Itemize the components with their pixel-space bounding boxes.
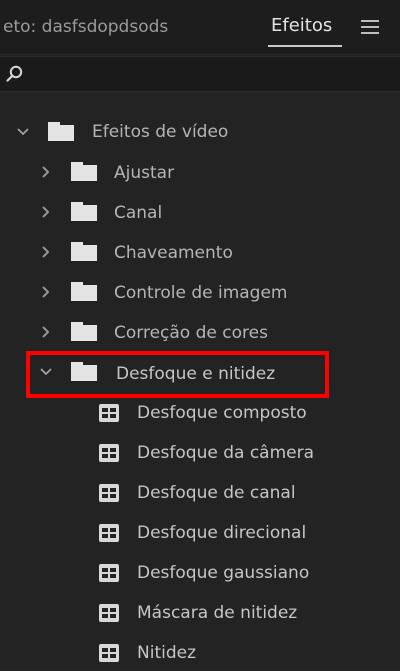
effects-panel: eto: dasfsdopdsods Efeitos Efeitos de ví… [0, 0, 400, 671]
chevron-right-icon[interactable] [39, 205, 53, 219]
tree-category-label: Canal [114, 203, 163, 223]
search-icon[interactable] [5, 64, 25, 84]
effect-icon [99, 484, 119, 502]
effect-icon [99, 404, 119, 422]
folder-icon [71, 282, 97, 301]
effect-item-mascara-de-nitidez[interactable]: Máscara de nitidez [0, 593, 400, 633]
folder-icon [48, 122, 74, 141]
folder-icon [71, 322, 97, 341]
effect-icon [99, 444, 119, 462]
effect-item-desfoque-gaussiano[interactable]: Desfoque gaussiano [0, 553, 400, 593]
effect-label: Desfoque de canal [137, 483, 296, 503]
tree-category-correcao-de-cores[interactable]: Correção de cores [0, 313, 400, 353]
tab-effects[interactable]: Efeitos [271, 15, 332, 36]
chevron-right-icon[interactable] [39, 325, 53, 339]
tree-category-controle-de-imagem[interactable]: Controle de imagem [0, 273, 400, 313]
panel-menu-icon[interactable] [361, 20, 379, 34]
effect-item-desfoque-da-camera[interactable]: Desfoque da câmera [0, 433, 400, 473]
effect-icon [99, 524, 119, 542]
tree-category-ajustar[interactable]: Ajustar [0, 153, 400, 193]
effect-icon [99, 644, 119, 662]
effect-label: Desfoque composto [137, 403, 307, 423]
folder-icon [71, 202, 97, 221]
tree-root-video-effects[interactable]: Efeitos de vídeo [0, 113, 400, 153]
effect-label: Nitidez [137, 643, 197, 663]
effect-icon [99, 564, 119, 582]
panel-tab-bar: eto: dasfsdopdsods Efeitos [0, 0, 400, 53]
effect-item-desfoque-direcional[interactable]: Desfoque direcional [0, 513, 400, 553]
effect-label: Desfoque direcional [137, 523, 307, 543]
effect-item-desfoque-composto[interactable]: Desfoque composto [0, 393, 400, 433]
tree-category-canal[interactable]: Canal [0, 193, 400, 233]
effect-label: Desfoque da câmera [137, 443, 315, 463]
search-input[interactable] [32, 62, 386, 86]
folder-icon [71, 162, 97, 181]
effect-item-nitidez[interactable]: Nitidez [0, 633, 400, 671]
tree-category-chaveamento[interactable]: Chaveamento [0, 233, 400, 273]
effect-label: Máscara de nitidez [137, 603, 298, 623]
chevron-right-icon[interactable] [39, 245, 53, 259]
chevron-down-icon[interactable] [16, 125, 30, 139]
tree-category-label: Controle de imagem [114, 283, 288, 303]
search-bar [0, 56, 400, 92]
tree-root-label: Efeitos de vídeo [92, 122, 229, 142]
folder-icon [71, 242, 97, 261]
tree-category-label: Ajustar [114, 163, 175, 183]
tree-category-label: Chaveamento [114, 243, 233, 263]
active-tab-indicator [268, 45, 342, 47]
chevron-right-icon[interactable] [39, 165, 53, 179]
effect-item-desfoque-de-canal[interactable]: Desfoque de canal [0, 473, 400, 513]
tab-project[interactable]: eto: dasfsdopdsods [3, 17, 168, 37]
tree-category-label: Correção de cores [114, 323, 268, 343]
effect-icon [99, 604, 119, 622]
chevron-right-icon[interactable] [39, 285, 53, 299]
effect-label: Desfoque gaussiano [137, 563, 310, 583]
selection-highlight-box [26, 351, 329, 398]
